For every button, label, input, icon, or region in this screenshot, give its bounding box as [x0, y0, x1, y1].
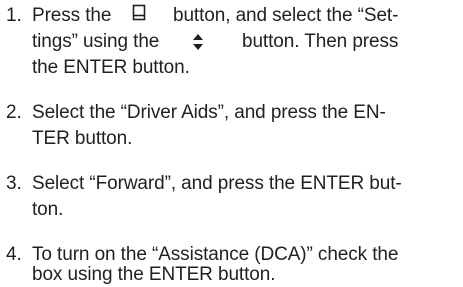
menu-button-icon [132, 4, 146, 21]
step-text: box using the ENTER button. [32, 264, 276, 285]
step-text: Select “Forward”, and press the ENTER bu… [32, 173, 402, 194]
step-text: TER button. [32, 128, 133, 149]
step-number: 1. [6, 5, 22, 26]
step-text: ton. [32, 199, 64, 220]
up-down-arrows-icon [193, 34, 203, 50]
instruction-steps: 1. Press the button, and select the “Set… [0, 0, 463, 287]
step-number: 2. [6, 102, 22, 123]
step-text: Press the [32, 5, 112, 26]
step-text: Select the “Driver Aids”, and press the … [32, 102, 386, 123]
step-number: 4. [6, 244, 22, 265]
step-number: 3. [6, 173, 22, 194]
step-text: tings” using the [32, 31, 160, 52]
step-text: button. Then press [242, 31, 399, 52]
step-text: the ENTER button. [32, 57, 190, 78]
step-text: button, and select the “Set- [173, 5, 399, 26]
